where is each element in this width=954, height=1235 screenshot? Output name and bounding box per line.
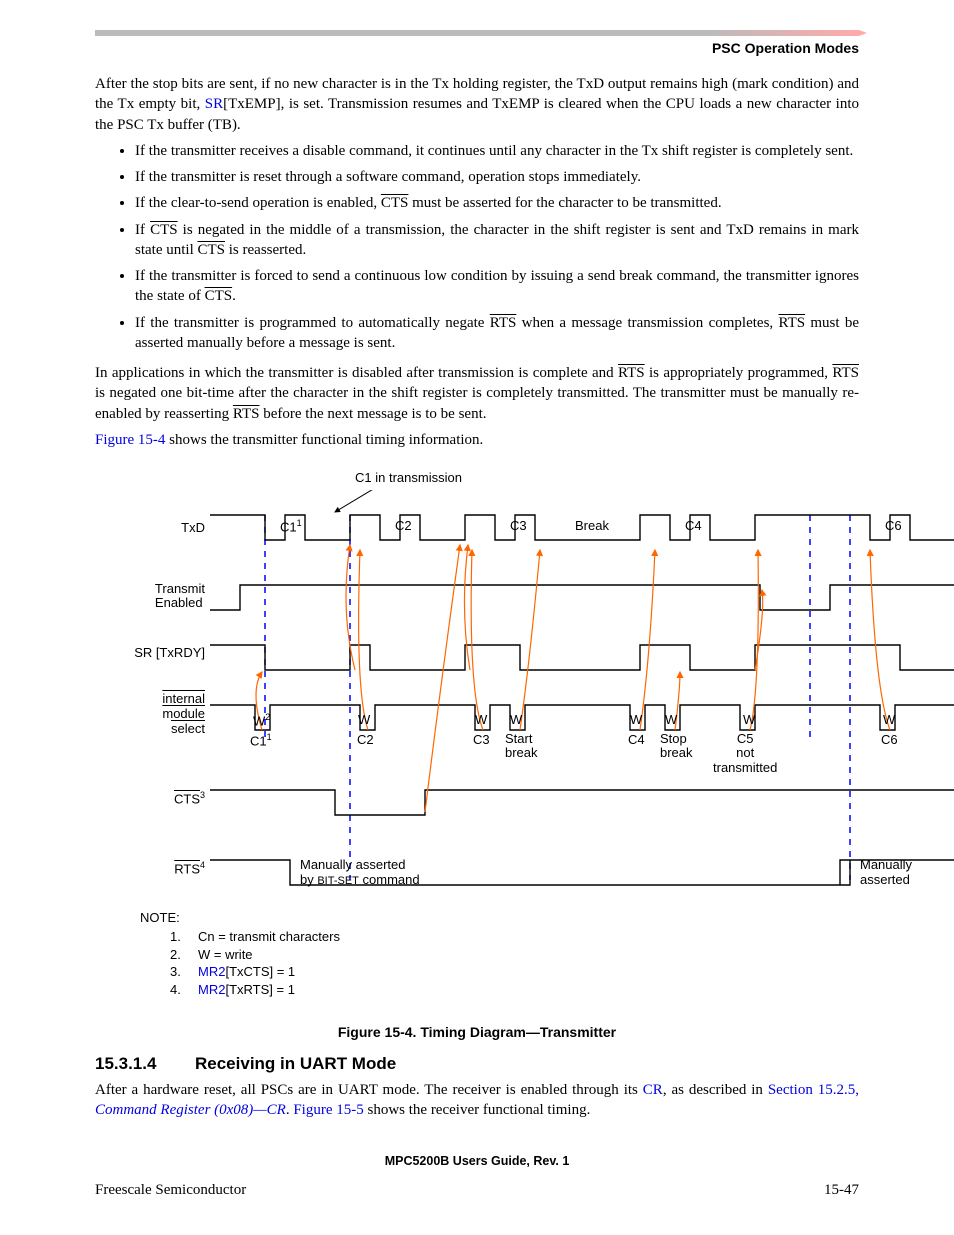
bullet-4: If CTS is negated in the middle of a tra… [135,220,859,261]
w7: W [743,712,755,727]
txd-c2: C2 [395,518,412,533]
header-section-title: PSC Operation Modes [95,40,859,56]
header-rule [95,30,859,36]
note-heading: NOTE: [140,910,180,925]
footer-right: 15-47 [824,1182,859,1199]
ims-stopbreak: Stop break [660,732,693,761]
ims-c6: C6 [881,732,898,747]
figure-caption: Figure 15-4. Timing Diagram—Transmitter [95,1024,859,1040]
ims-c1: C11 [250,732,272,748]
w2: W [358,712,370,727]
row-sr: SR [TxRDY] [95,645,205,660]
ims-c2: C2 [357,732,374,747]
bullet-1: If the transmitter receives a disable co… [135,141,859,161]
w3: W [475,712,487,727]
bullet-2: If the transmitter is reset through a so… [135,167,859,187]
rts-note-right: Manually asserted [860,858,912,888]
section-heading: 15.3.1.4Receiving in UART Mode [95,1054,859,1074]
w5: W [630,712,642,727]
txd-c1: C11 [280,518,302,534]
footer-mid: MPC5200B Users Guide, Rev. 1 [95,1154,859,1168]
ims-c4: C4 [628,732,645,747]
txd-break: Break [575,518,609,533]
bullet-3: If the clear-to-send operation is enable… [135,193,859,213]
c1-in-transmission: C1 in transmission [355,470,462,485]
row-te: Transmit Enabled [95,582,205,611]
bullet-6: If the transmitter is programmed to auto… [135,313,859,354]
txd-c4: C4 [685,518,702,533]
link-cr[interactable]: CR [643,1082,663,1098]
w1: W2 [253,712,270,728]
ims-c3: C3 [473,732,490,747]
bullet-list: If the transmitter receives a disable co… [135,141,859,353]
footer: MPC5200B Users Guide, Rev. 1 Freescale S… [95,1154,859,1199]
row-rts: RTS4 [95,860,205,876]
link-mr2-b[interactable]: MR2 [198,982,225,997]
w4: W [510,712,522,727]
row-ims: internal module select [95,692,205,737]
para-3: Figure 15-4 shows the transmitter functi… [95,430,859,450]
timing-svg [210,490,954,910]
txd-c6: C6 [885,518,902,533]
txd-c3: C3 [510,518,527,533]
link-fig15-5[interactable]: Figure 15-5 [293,1102,363,1118]
link-fig15-4[interactable]: Figure 15-4 [95,432,165,448]
section-para: After a hardware reset, all PSCs are in … [95,1080,859,1121]
w8: W [883,712,895,727]
figure-15-4: TxD Transmit Enabled SR [TxRDY] internal… [95,470,859,1010]
rts-note-left: Manually asserted by BIT-SET command [300,858,420,888]
w6: W [665,712,677,727]
notes: 1.Cn = transmit characters 2.W = write 3… [170,928,340,998]
bullet-5: If the transmitter is forced to send a c… [135,266,859,307]
row-cts: CTS3 [95,790,205,806]
para-1: After the stop bits are sent, if no new … [95,74,859,135]
ims-c5: C5 not transmitted [713,732,777,775]
footer-left: Freescale Semiconductor [95,1182,246,1199]
link-sr[interactable]: SR [205,96,223,112]
ims-startbreak: Start break [505,732,538,761]
para-2: In applications in which the transmitter… [95,363,859,424]
row-txd: TxD [95,520,205,535]
link-mr2-a[interactable]: MR2 [198,964,225,979]
